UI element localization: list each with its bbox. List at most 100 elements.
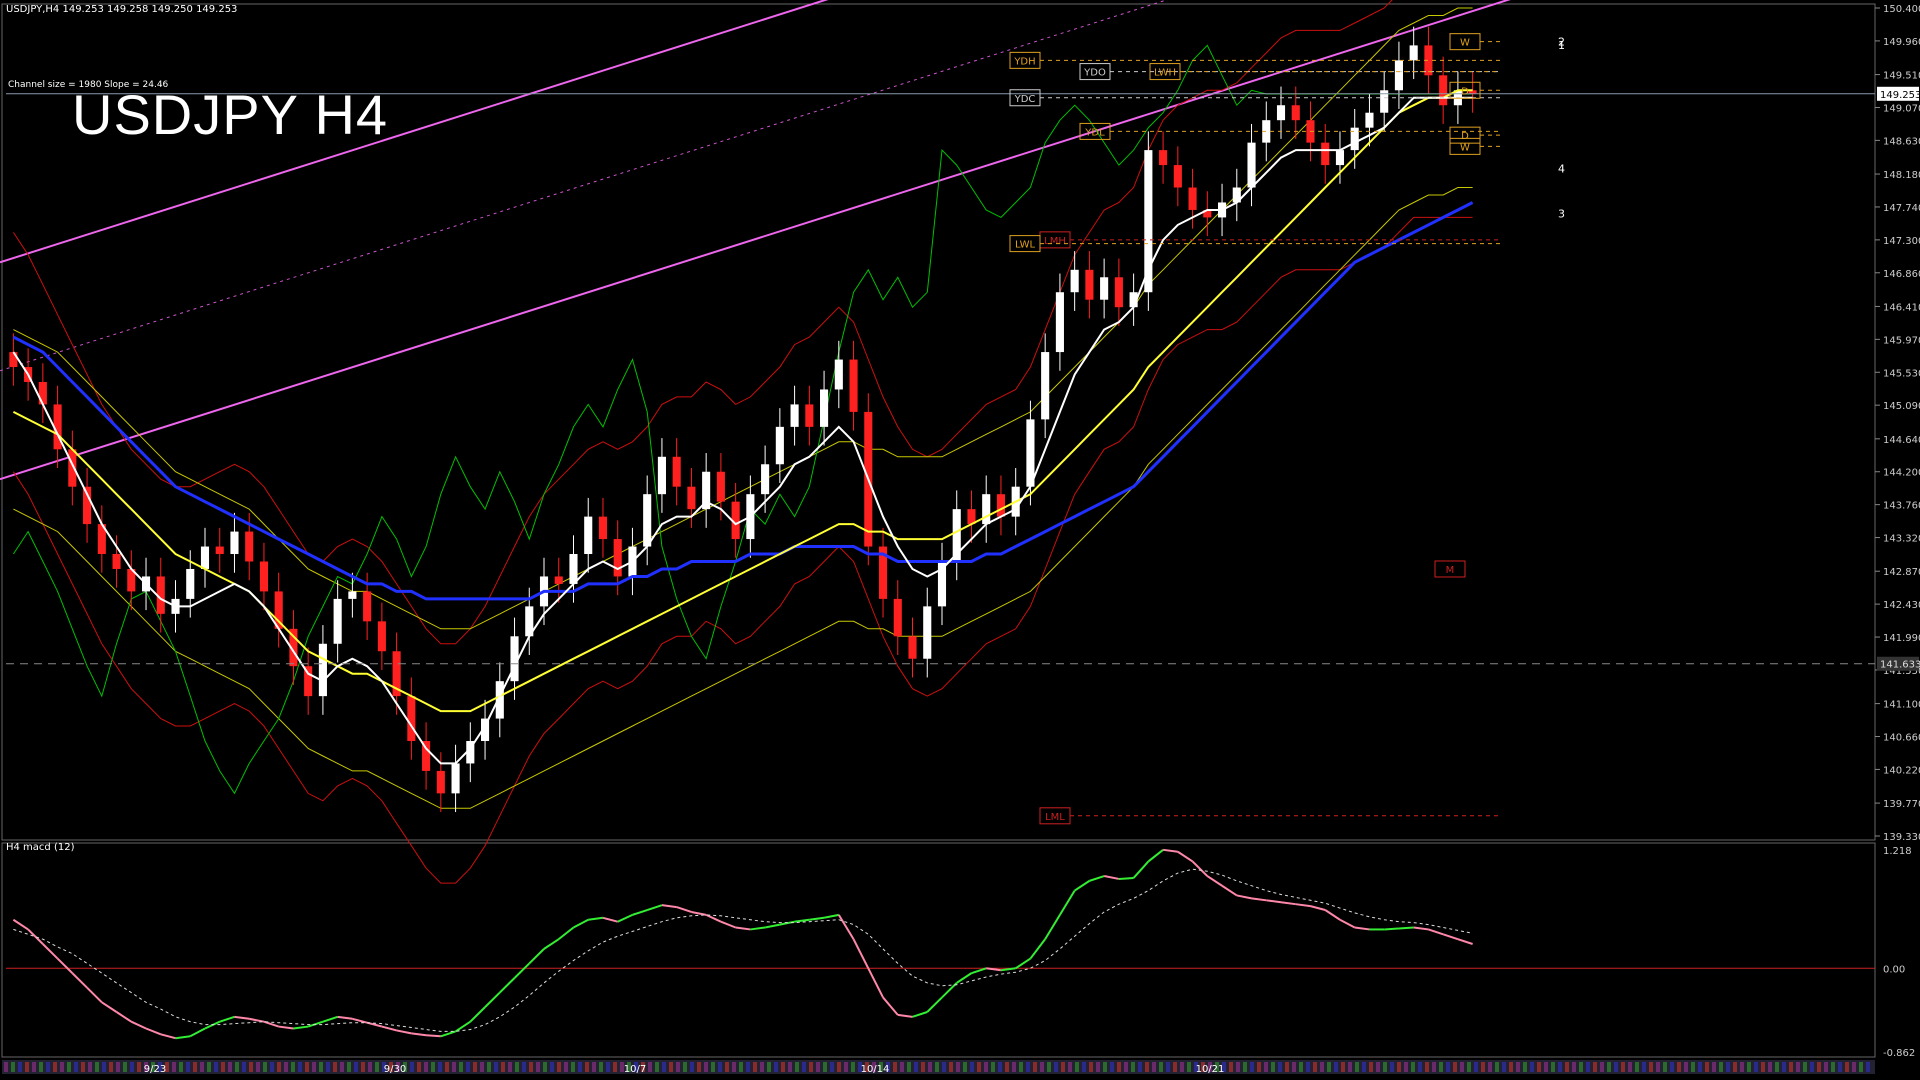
time-strip-cell [347, 1062, 351, 1072]
candle-body [1439, 75, 1448, 106]
time-strip-cell [1761, 1062, 1765, 1072]
candle-body [657, 456, 666, 495]
time-strip-cell [1516, 1062, 1520, 1072]
time-strip-cell [235, 1062, 239, 1072]
marker-label: LMH [1044, 236, 1066, 247]
price-tick-label: 142.430 [1883, 600, 1920, 611]
time-label: 10/14 [861, 1064, 890, 1075]
time-strip-cell [1733, 1062, 1737, 1072]
macd-tick-label: 1.218 [1883, 846, 1912, 857]
candle-body [598, 516, 608, 540]
macd-segment [1384, 927, 1399, 931]
price-tick-label: 149.960 [1883, 37, 1920, 48]
candle-body [893, 598, 902, 637]
time-strip-cell [697, 1062, 701, 1072]
price-tick-label: 147.740 [1883, 203, 1920, 214]
time-axis: 9/23 9/30 10/7 10/14 10/21 [2, 1060, 1875, 1075]
time-strip-cell [718, 1062, 722, 1072]
price-tick-label: 148.180 [1883, 170, 1920, 181]
price-tick-label: 144.200 [1883, 468, 1920, 479]
time-strip-cell [830, 1062, 834, 1072]
time-strip-cell [326, 1062, 330, 1072]
time-strip-cell [1831, 1062, 1835, 1072]
time-strip-cell [431, 1062, 435, 1072]
time-strip-cell [74, 1062, 78, 1072]
price-tick-label: 146.410 [1883, 302, 1920, 313]
candle-body [1276, 105, 1286, 121]
time-strip-cell [1411, 1062, 1415, 1072]
time-strip-cell [760, 1062, 764, 1072]
macd-tick-label: -0.862 [1883, 1048, 1915, 1059]
time-label: 9/30 [384, 1064, 406, 1075]
time-strip-cell [662, 1062, 666, 1072]
time-strip-cell [991, 1062, 995, 1072]
time-strip-cell [746, 1062, 750, 1072]
candle-body [245, 531, 254, 562]
marker-label: YDC [1014, 94, 1036, 105]
time-strip-cell [452, 1062, 456, 1072]
candle-body [333, 598, 342, 644]
candle-body [200, 546, 210, 569]
price-tick-label: 142.870 [1883, 567, 1920, 578]
time-strip-cell [1026, 1062, 1030, 1072]
time-strip-cell [1355, 1062, 1359, 1072]
candle-body [790, 404, 799, 427]
time-strip-cell [550, 1062, 554, 1072]
time-strip-cell [1159, 1062, 1163, 1072]
candle-body [1159, 150, 1168, 166]
candle-body [1247, 142, 1256, 188]
macd-segment [1398, 926, 1414, 930]
time-strip-cell [1866, 1062, 1870, 1072]
chart-title: USDJPY H4 [72, 83, 389, 146]
projection-label: 1 [1558, 39, 1565, 52]
time-strip-cell [739, 1062, 743, 1072]
time-strip-cell [130, 1062, 134, 1072]
price-tag-label: 149.253 [1880, 90, 1920, 101]
candle-body [1394, 60, 1403, 91]
time-strip-cell [1691, 1062, 1695, 1072]
time-strip-cell [1152, 1062, 1156, 1072]
time-strip-cell [1719, 1062, 1723, 1072]
time-strip-cell [1488, 1062, 1492, 1072]
time-strip-cell [438, 1062, 442, 1072]
time-strip-cell [1810, 1062, 1814, 1072]
time-strip-cell [312, 1062, 316, 1072]
time-strip-cell [494, 1062, 498, 1072]
time-strip-cell [809, 1062, 813, 1072]
time-strip-cell [1600, 1062, 1604, 1072]
candle-body [348, 591, 357, 599]
time-strip-cell [585, 1062, 589, 1072]
time-strip-cell [907, 1062, 911, 1072]
time-strip-cell [704, 1062, 708, 1072]
time-strip-cell [1187, 1062, 1191, 1072]
time-strip-cell [606, 1062, 610, 1072]
time-strip-cell [1243, 1062, 1247, 1072]
marker-label: YDO [1083, 68, 1106, 79]
time-strip-cell [515, 1062, 519, 1072]
time-strip-cell [900, 1062, 904, 1072]
time-strip-cell [508, 1062, 512, 1072]
time-strip-cell [102, 1062, 106, 1072]
time-strip-cell [1502, 1062, 1506, 1072]
time-strip-cell [1362, 1062, 1366, 1072]
time-strip-cell [1698, 1062, 1702, 1072]
time-strip-cell [186, 1062, 190, 1072]
candle-body [318, 643, 327, 697]
macd-tick-label: 0.00 [1883, 964, 1905, 975]
time-strip-cell [1341, 1062, 1345, 1072]
marker-label: M [1446, 565, 1455, 576]
time-strip-cell [179, 1062, 183, 1072]
time-strip-cell [18, 1062, 22, 1072]
time-strip-cell [200, 1062, 204, 1072]
time-strip-cell [1250, 1062, 1254, 1072]
price-tick-label: 141.990 [1883, 633, 1920, 644]
candle-body [9, 352, 18, 368]
candle-body [1409, 45, 1418, 61]
time-strip-cell [67, 1062, 71, 1072]
time-strip-cell [242, 1062, 246, 1072]
price-tick-label: 140.660 [1883, 733, 1920, 744]
time-strip-cell [1635, 1062, 1639, 1072]
time-strip-cell [1124, 1062, 1128, 1072]
time-strip-cell [1754, 1062, 1758, 1072]
time-strip-cell [81, 1062, 85, 1072]
